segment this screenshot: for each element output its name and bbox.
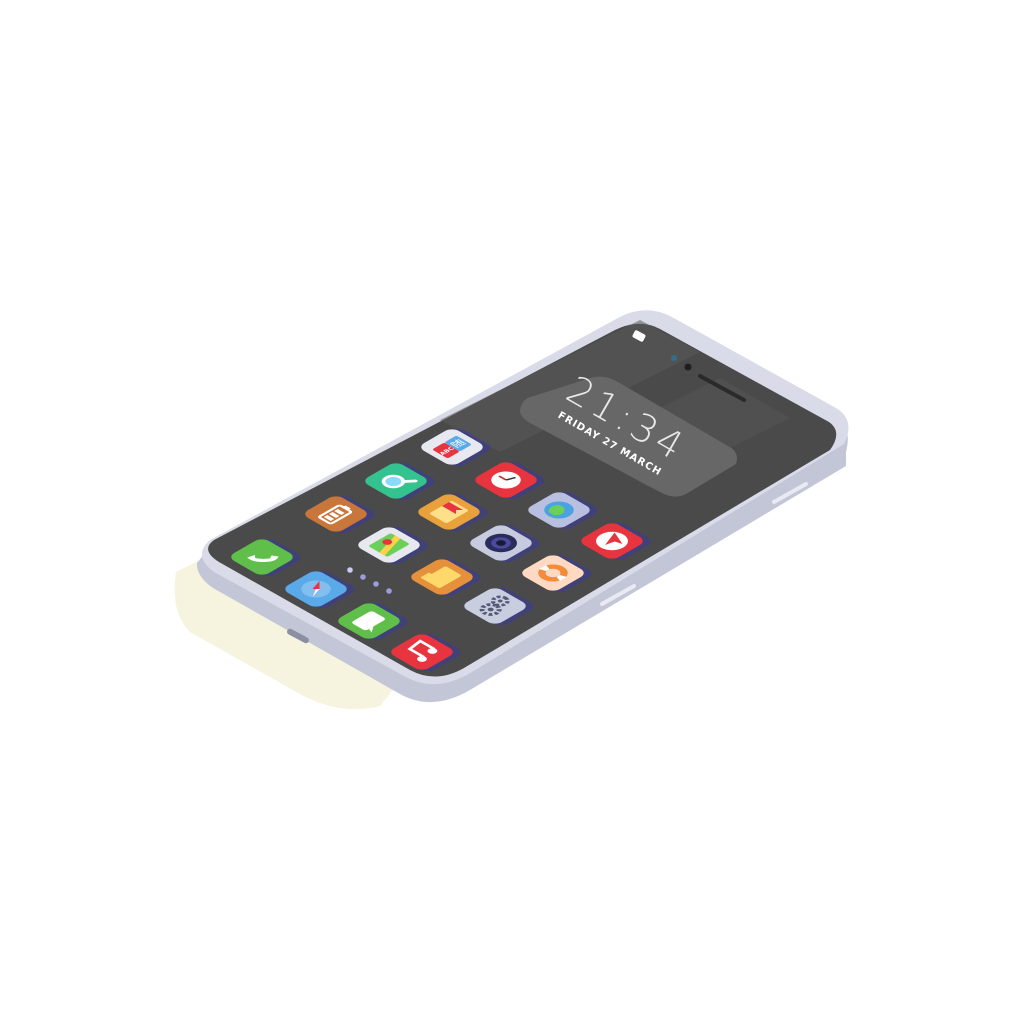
page-dot[interactable] [360, 574, 366, 580]
front-sensor [671, 355, 677, 361]
page-dot[interactable] [373, 581, 379, 587]
page-dot[interactable] [386, 588, 392, 594]
page-dot[interactable] [347, 567, 353, 573]
isometric-phone-scene: 21:34 FRIDAY 27 MARCH ABC随 [174, 310, 849, 710]
front-camera [684, 363, 692, 371]
